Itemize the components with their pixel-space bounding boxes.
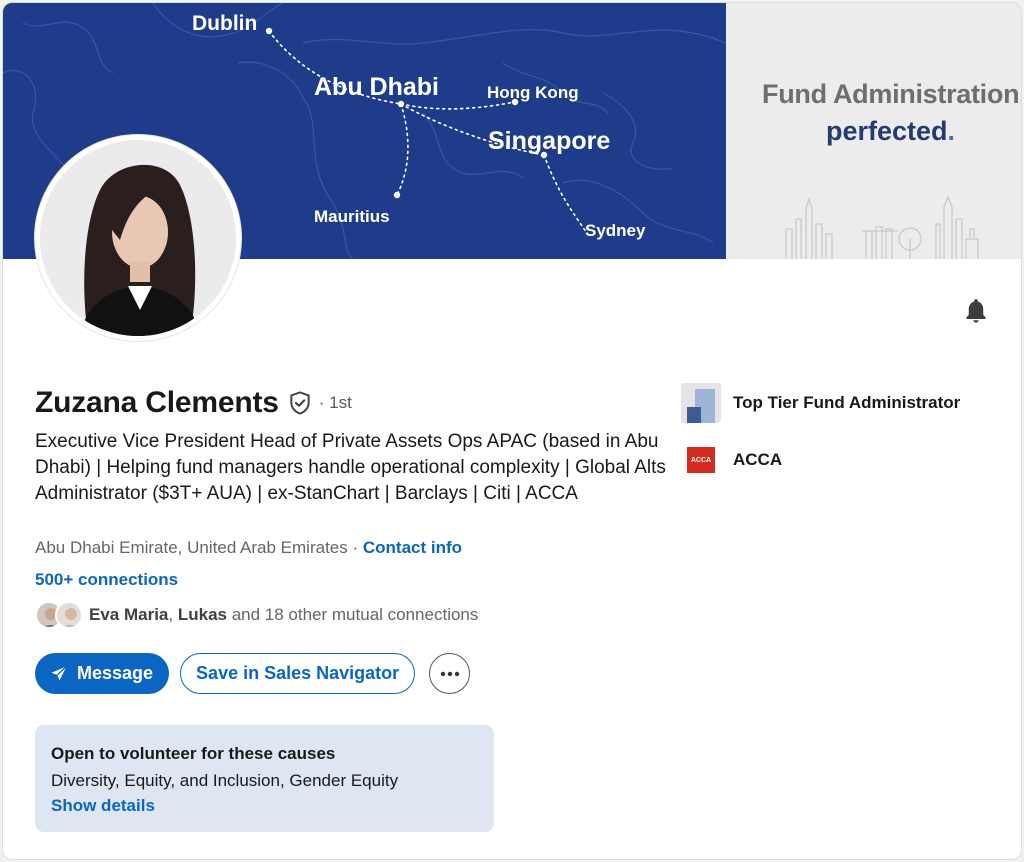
mutual-connections-text: Eva Maria, Lukas and 18 other mutual con… — [89, 605, 478, 625]
org-item-acca[interactable]: ACCA ACCA — [681, 440, 782, 480]
profile-avatar[interactable] — [35, 135, 241, 341]
banner-tagline-line1: Fund Administration — [762, 79, 1020, 109]
org-item-top-tier[interactable]: Top Tier Fund Administrator — [681, 383, 960, 423]
contact-separator: · — [347, 538, 363, 557]
acca-logo-text: ACCA — [690, 456, 712, 464]
ellipsis-icon — [440, 671, 459, 676]
profile-card: Dublin Abu Dhabi Hong Kong Singapore Mau… — [2, 2, 1022, 860]
city-label-abu-dhabi: Abu Dhabi — [314, 73, 439, 101]
profile-location: Abu Dhabi Emirate, United Arab Emirates — [35, 538, 348, 557]
banner-tagline-dot: . — [947, 116, 956, 146]
save-button-label: Save in Sales Navigator — [196, 663, 400, 683]
message-button-label: Message — [77, 663, 154, 683]
org-name-top-tier: Top Tier Fund Administrator — [733, 393, 961, 412]
banner-tagline-panel: Fund Administration perfected. — [726, 3, 1021, 259]
acca-logo-icon: ACCA — [681, 440, 721, 480]
city-label-sydney: Sydney — [585, 221, 646, 240]
save-in-sales-navigator-button[interactable]: Save in Sales Navigator — [180, 653, 416, 694]
city-label-hong-kong: Hong Kong — [487, 83, 579, 102]
mutual-connections-row[interactable]: Eva Maria, Lukas and 18 other mutual con… — [35, 601, 478, 629]
message-button[interactable]: Message — [35, 653, 170, 694]
connections-link[interactable]: 500+ connections — [35, 570, 178, 590]
city-label-singapore: Singapore — [488, 127, 611, 155]
more-actions-button[interactable] — [429, 653, 471, 694]
city-label-dublin: Dublin — [192, 12, 258, 35]
send-icon — [51, 665, 67, 681]
org-name-acca: ACCA — [733, 450, 783, 469]
top-tier-logo-icon — [681, 383, 721, 423]
volunteer-causes-box: Open to volunteer for these causes Diver… — [35, 725, 494, 832]
location-row: Abu Dhabi Emirate, United Arab Emirates … — [35, 538, 462, 558]
banner-tagline-line2: perfected. — [826, 116, 955, 147]
profile-actions: Message Save in Sales Navigator — [35, 653, 471, 694]
volunteer-title: Open to volunteer for these causes — [51, 744, 336, 763]
mutual-avatar-2 — [55, 601, 83, 629]
connection-degree: · 1st — [318, 393, 352, 412]
name-row: Zuzana Clements · 1st — [35, 386, 352, 420]
volunteer-causes: Diversity, Equity, and Inclusion, Gender… — [51, 771, 399, 790]
city-skyline-graphic — [785, 195, 979, 259]
profile-name: Zuzana Clements — [35, 386, 279, 419]
banner-tagline-word: perfected — [826, 116, 948, 146]
contact-info-link[interactable]: Contact info — [363, 538, 462, 557]
mutual-separator: , — [168, 605, 178, 624]
mutual-name-1: Eva Maria — [89, 605, 169, 624]
notification-bell-icon[interactable] — [961, 296, 991, 326]
mutual-rest: and 18 other mutual connections — [226, 605, 479, 624]
avatar-photo — [40, 140, 236, 336]
show-details-link[interactable]: Show details — [51, 794, 478, 818]
mutual-name-2: Lukas — [177, 605, 227, 624]
profile-headline: Executive Vice President Head of Private… — [35, 431, 666, 504]
avatar-portrait-graphic — [40, 140, 236, 336]
verified-shield-icon[interactable] — [287, 389, 313, 417]
city-label-mauritius: Mauritius — [314, 207, 390, 226]
